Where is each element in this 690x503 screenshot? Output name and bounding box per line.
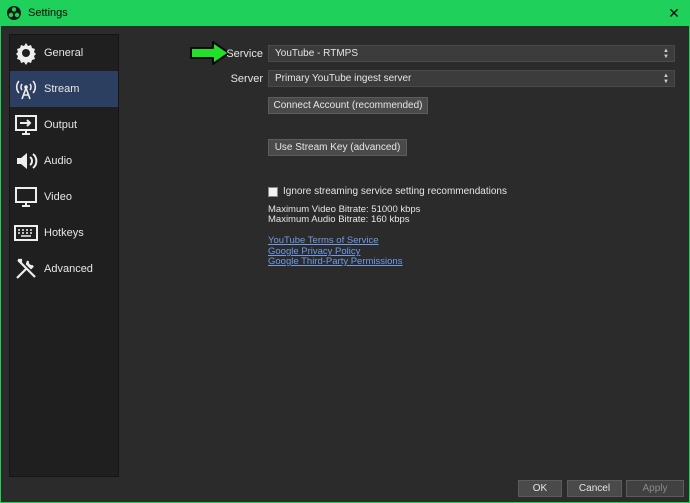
service-value: YouTube - RTMPS <box>275 48 359 59</box>
apply-button[interactable]: Apply <box>626 480 684 497</box>
obs-logo-icon <box>7 6 21 20</box>
server-value: Primary YouTube ingest server <box>275 73 412 84</box>
ignore-recommendations-checkbox[interactable] <box>268 186 278 197</box>
google-third-party-link[interactable]: Google Third-Party Permissions <box>268 256 402 267</box>
connect-account-button[interactable]: Connect Account (recommended) <box>268 97 428 114</box>
sidebar-item-stream[interactable]: Stream <box>10 71 118 107</box>
server-select[interactable]: Primary YouTube ingest server ▲ ▼ <box>268 70 675 87</box>
server-label: Server <box>230 73 263 85</box>
sidebar-item-advanced[interactable]: Advanced <box>10 251 118 287</box>
sidebar-item-general[interactable]: General <box>10 35 118 71</box>
sidebar-item-video[interactable]: Video <box>10 179 118 215</box>
gear-icon <box>12 39 40 67</box>
sidebar-item-label: Advanced <box>44 263 93 275</box>
sidebar-item-output[interactable]: Output <box>10 107 118 143</box>
ok-button[interactable]: OK <box>518 480 562 497</box>
sidebar-item-hotkeys[interactable]: Hotkeys <box>10 215 118 251</box>
sidebar-item-label: Stream <box>44 83 80 95</box>
youtube-terms-link[interactable]: YouTube Terms of Service <box>268 235 379 246</box>
antenna-icon <box>12 75 40 103</box>
window-title: Settings <box>28 7 68 19</box>
sidebar-item-label: Hotkeys <box>44 227 84 239</box>
tools-icon <box>12 255 40 283</box>
max-audio-bitrate: Maximum Audio Bitrate: 160 kbps <box>268 214 410 225</box>
settings-sidebar: General Stream Output Audio Video Hotkey… <box>9 34 119 477</box>
service-label: Service <box>226 48 263 60</box>
settings-window: General Stream Output Audio Video Hotkey… <box>0 26 690 503</box>
output-icon <box>12 111 40 139</box>
sidebar-item-label: Video <box>44 191 72 203</box>
close-icon: ✕ <box>668 4 680 21</box>
sidebar-item-label: Audio <box>44 155 73 167</box>
spinner-arrows-icon: ▲ ▼ <box>663 47 669 60</box>
ignore-recommendations-row[interactable]: Ignore streaming service setting recomme… <box>268 186 507 197</box>
ignore-recommendations-label: Ignore streaming service setting recomme… <box>283 186 507 197</box>
stream-settings-panel: Service YouTube - RTMPS ▲ ▼ Server Primar… <box>123 26 683 486</box>
keyboard-icon <box>12 219 40 247</box>
sidebar-item-label: General <box>44 47 84 59</box>
title-bar: Settings ✕ <box>0 0 690 26</box>
speaker-icon <box>12 147 40 175</box>
use-stream-key-button[interactable]: Use Stream Key (advanced) <box>268 139 407 156</box>
cancel-button[interactable]: Cancel <box>567 480 622 497</box>
close-button[interactable]: ✕ <box>664 3 684 23</box>
service-select[interactable]: YouTube - RTMPS ▲ ▼ <box>268 45 675 62</box>
monitor-icon <box>12 183 40 211</box>
sidebar-item-audio[interactable]: Audio <box>10 143 118 179</box>
sidebar-item-label: Output <box>44 119 78 131</box>
spinner-arrows-icon: ▲ ▼ <box>663 72 669 85</box>
